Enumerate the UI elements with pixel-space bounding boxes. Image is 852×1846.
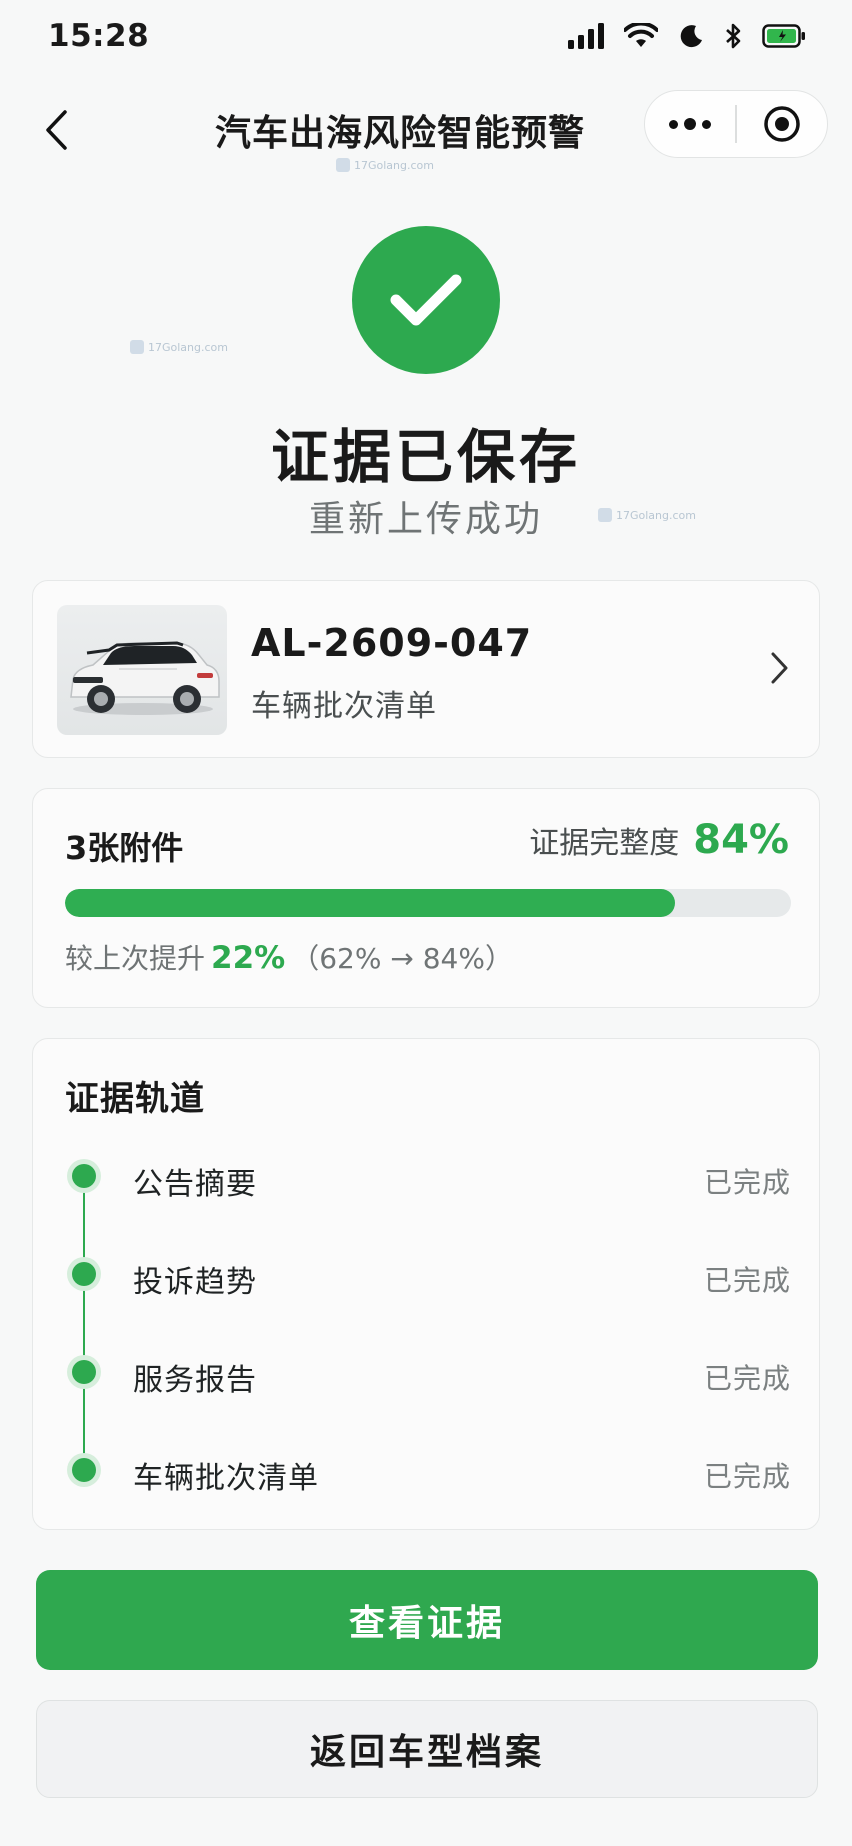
moon-icon xyxy=(680,25,702,48)
watermark-logo-icon xyxy=(336,158,350,172)
completeness: 证据完整度 84% xyxy=(529,817,789,863)
track-item-label: 车辆批次清单 xyxy=(133,1461,319,1496)
progress-fill xyxy=(65,889,675,917)
result-title: 证据已保存 xyxy=(270,423,581,491)
track-done-dot-icon xyxy=(67,1159,101,1193)
track-item-status: 已完成 xyxy=(703,1264,791,1297)
chevron-right-icon xyxy=(771,652,788,684)
more-dot-icon xyxy=(669,119,678,129)
completeness-progress-bar xyxy=(65,889,791,917)
battery-icon xyxy=(762,24,805,48)
vehicle-code: AL-2609-047 xyxy=(251,621,533,665)
more-dot-icon xyxy=(684,118,696,130)
signal-icon xyxy=(568,23,604,49)
status-bar: 15:28 xyxy=(0,0,852,72)
evidence-track-card: 证据轨道 公告摘要 已完成 投诉趋势 已完成 服务报告 已完成 车辆批次清单 已… xyxy=(32,1038,820,1530)
track-item: 服务报告 已完成 xyxy=(33,1341,821,1401)
track-title: 证据轨道 xyxy=(65,1079,205,1119)
watermark: 17Golang.com xyxy=(130,340,228,354)
improve-prefix: 较上次提升 xyxy=(65,942,206,975)
vehicle-doc-name: 车辆批次清单 xyxy=(251,689,437,724)
track-item-status: 已完成 xyxy=(703,1362,791,1395)
status-time: 15:28 xyxy=(48,18,150,54)
completeness-label: 证据完整度 xyxy=(529,826,680,861)
car-image xyxy=(70,641,220,715)
status-icons xyxy=(568,22,806,50)
result-subtitle: 重新上传成功 xyxy=(308,499,543,540)
back-button[interactable] xyxy=(28,102,84,158)
checkmark-icon xyxy=(390,274,462,326)
more-button[interactable] xyxy=(645,91,735,157)
watermark-logo-icon xyxy=(130,340,144,354)
improvement-note: 较上次提升 22% （62% → 84%） xyxy=(65,937,513,977)
track-done-dot-icon xyxy=(67,1453,101,1487)
chevron-left-icon xyxy=(46,110,67,150)
track-item: 投诉趋势 已完成 xyxy=(33,1243,821,1303)
wifi-icon xyxy=(624,23,658,47)
track-line xyxy=(83,1165,85,1455)
vehicle-thumbnail xyxy=(57,605,227,735)
more-dot-icon xyxy=(702,119,711,129)
close-mini-program-button[interactable] xyxy=(737,91,828,157)
attachment-count: 3张附件 xyxy=(65,829,184,867)
track-done-dot-icon xyxy=(67,1257,101,1291)
track-item: 车辆批次清单 已完成 xyxy=(33,1439,821,1499)
vehicle-batch-card[interactable]: AL-2609-047 车辆批次清单 xyxy=(32,580,820,758)
view-evidence-button[interactable]: 查看证据 xyxy=(36,1570,818,1670)
track-done-dot-icon xyxy=(67,1355,101,1389)
evidence-progress-card: 3张附件 证据完整度 84% 较上次提升 22% （62% → 84%） xyxy=(32,788,820,1008)
track-item: 公告摘要 已完成 xyxy=(33,1145,821,1205)
track-item-label: 公告摘要 xyxy=(133,1167,257,1202)
back-to-model-profile-button[interactable]: 返回车型档案 xyxy=(36,1700,818,1798)
bluetooth-icon xyxy=(726,23,741,49)
success-check-icon xyxy=(352,226,500,374)
completeness-value: 84% xyxy=(693,817,789,863)
target-circle-icon xyxy=(764,106,800,142)
track-item-status: 已完成 xyxy=(703,1166,791,1199)
track-item-label: 投诉趋势 xyxy=(133,1265,257,1300)
track-item-label: 服务报告 xyxy=(133,1363,257,1398)
improve-detail: （62% → 84%） xyxy=(291,942,513,975)
mini-program-capsule xyxy=(644,90,828,158)
improve-percent: 22% xyxy=(211,940,286,976)
page-title: 汽车出海风险智能预警 xyxy=(214,113,585,154)
watermark: 17Golang.com xyxy=(336,158,434,172)
track-item-status: 已完成 xyxy=(703,1460,791,1493)
